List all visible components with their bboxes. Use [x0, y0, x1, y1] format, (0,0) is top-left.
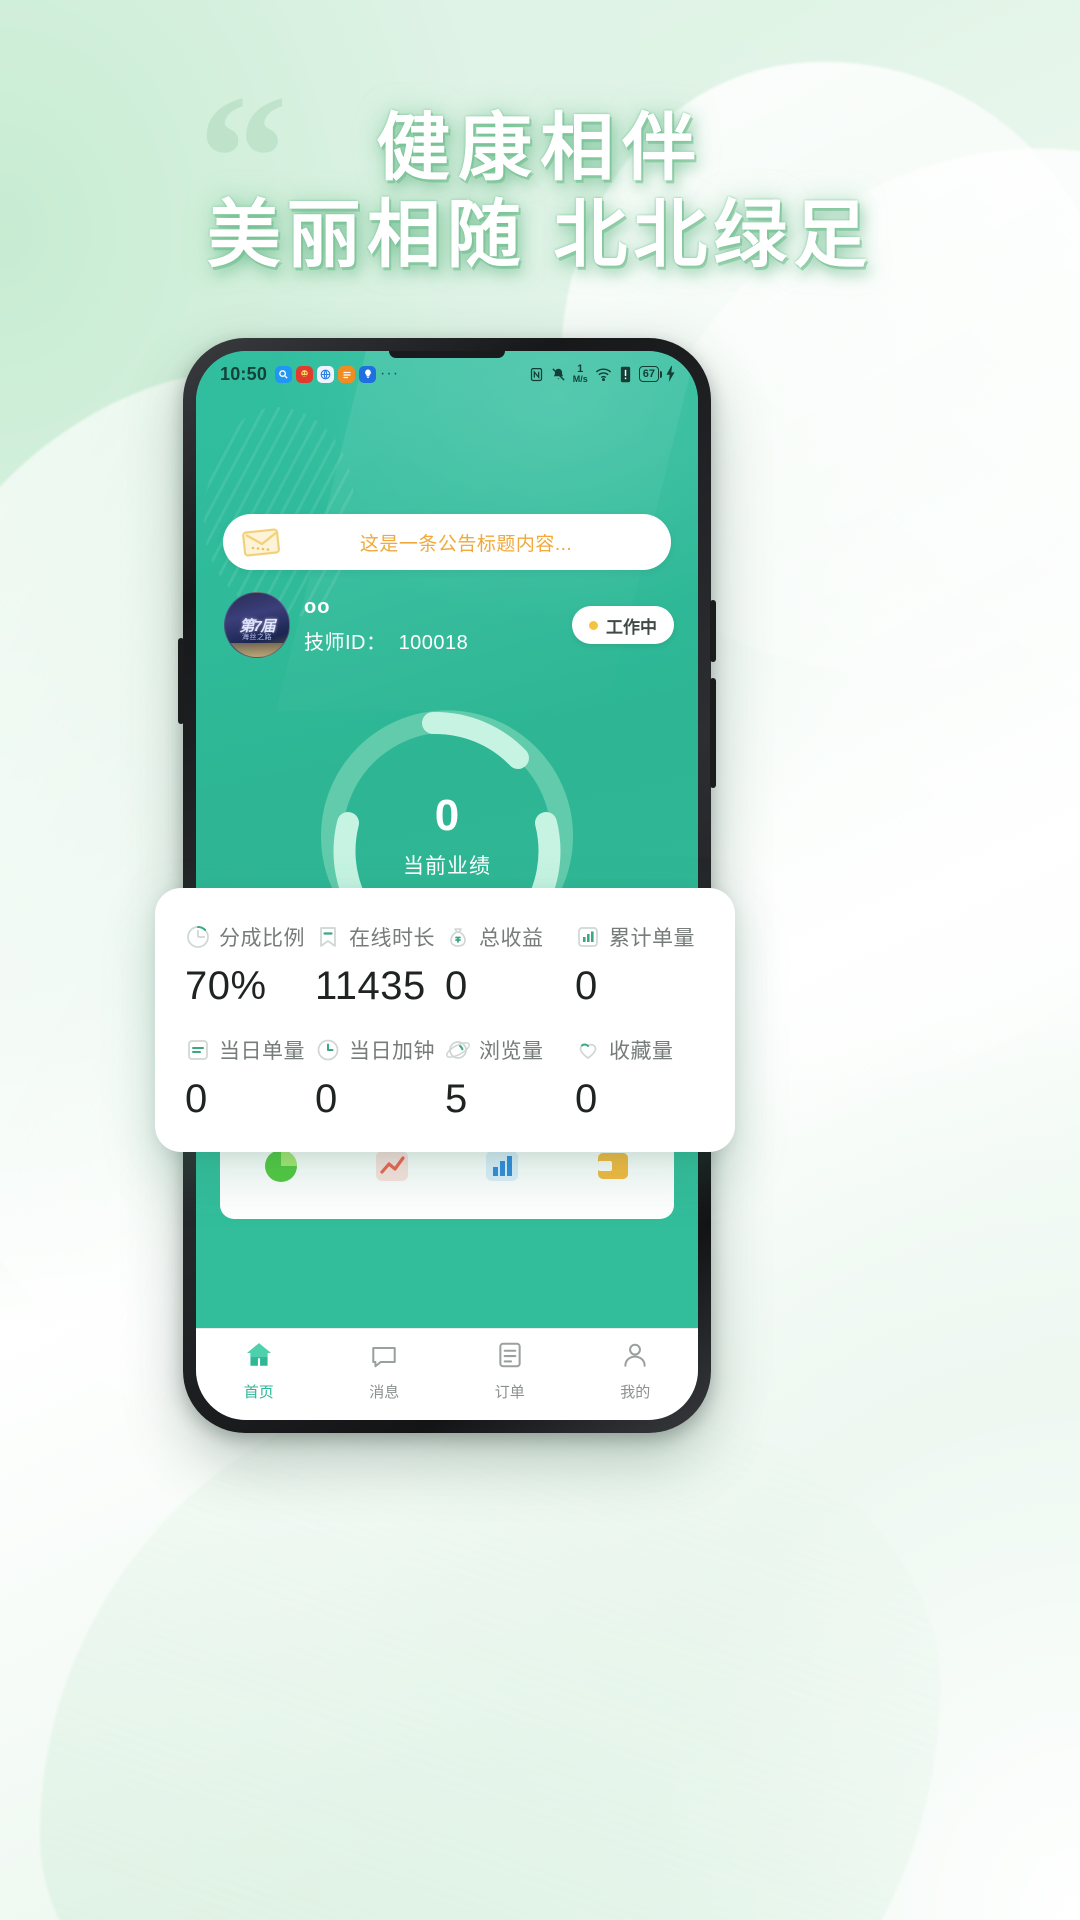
status-app-icons: [275, 365, 377, 383]
stat-label: 收藏量: [609, 1040, 674, 1063]
announcement-text: 这是一条公告标题内容...: [359, 533, 573, 555]
status-badge-label: 工作中: [606, 617, 657, 637]
status-badge[interactable]: 工作中: [572, 606, 674, 644]
stat-value: 11435: [315, 964, 426, 1008]
heart-icon: [575, 1037, 601, 1063]
nav-label-message: 消息: [369, 1384, 400, 1401]
nfc-icon: [529, 366, 544, 383]
stat-cell-today-orders[interactable]: 当日单量 0: [185, 1035, 315, 1122]
clock-icon: [315, 1037, 341, 1063]
stat-label: 累计单量: [609, 927, 695, 950]
gauge-label: 当前业绩: [403, 855, 491, 878]
phone-screen: 10:50 ··· 1 M/s 67 这是一条公告标题内容... 第7届 海丝之…: [196, 351, 698, 1420]
order-icon: [495, 1340, 525, 1375]
status-time: 10:50: [220, 363, 268, 384]
stat-cell-total-income[interactable]: 总收益 0: [445, 922, 575, 1009]
globe-icon: [317, 365, 335, 383]
search-icon: [275, 365, 293, 383]
headline-line-2: 美丽相随 北北绿足: [206, 193, 874, 277]
notes-app-icon: [338, 365, 356, 383]
nav-label-order: 订单: [494, 1384, 525, 1401]
list-icon: [185, 1037, 211, 1063]
battery-nub: [660, 370, 662, 378]
poster-headline: 健康相伴 美丽相随 北北绿足: [0, 104, 1080, 279]
stat-label: 在线时长: [349, 927, 435, 950]
stat-header: 总收益: [445, 922, 575, 952]
nav-label-home: 首页: [243, 1384, 274, 1401]
nav-item-message[interactable]: 消息: [322, 1340, 448, 1402]
bookmark-icon: [315, 924, 341, 950]
phone-side-button: [710, 678, 716, 788]
stat-value: 0: [315, 1077, 338, 1121]
home-icon: [244, 1340, 274, 1375]
stat-cell-favorites[interactable]: 收藏量 0: [575, 1035, 705, 1122]
profile-text: oo 技师ID： 100018: [304, 596, 468, 655]
stat-header: 收藏量: [575, 1035, 705, 1065]
headline-line-1: 健康相伴: [376, 106, 704, 189]
message-icon: [369, 1340, 399, 1375]
stats-grid: 分成比例 70% 在线时长 11435 总收益 0 累计单量 0 当日单量 0 …: [185, 922, 705, 1122]
bottom-navigation: 首页 消息 订单 我的: [196, 1328, 698, 1420]
nav-label-profile: 我的: [620, 1384, 651, 1401]
stat-value: 0: [185, 1077, 208, 1121]
battery-level: 67: [638, 366, 659, 382]
technician-name: oo: [304, 595, 331, 618]
nav-item-home[interactable]: 首页: [196, 1340, 322, 1402]
bell-muted-icon: [551, 366, 566, 383]
stat-value: 0: [575, 964, 598, 1008]
technician-id-value: 100018: [398, 631, 469, 654]
stat-header: 分成比例: [185, 922, 315, 952]
avatar-text-sub: 海丝之路: [242, 634, 272, 641]
stat-cell-online-duration[interactable]: 在线时长 11435: [315, 922, 445, 1009]
battery-indicator: 67: [638, 366, 676, 382]
stat-cell-views[interactable]: 浏览量 5: [445, 1035, 575, 1122]
stat-cell-share-ratio[interactable]: 分成比例 70%: [185, 922, 315, 1009]
stat-label: 浏览量: [479, 1040, 544, 1063]
stat-value: 5: [445, 1077, 468, 1121]
phone-mockup: 10:50 ··· 1 M/s 67 这是一条公告标题内容... 第7届 海丝之…: [178, 338, 716, 1433]
festival-app-icon: [296, 365, 314, 383]
envelope-icon: [235, 518, 287, 567]
technician-profile: 第7届 海丝之路 oo 技师ID： 100018 工作中: [224, 589, 674, 661]
poster-root: “ 健康相伴 美丽相随 北北绿足 10:50 ··· 1 M/s 67 这是一条…: [0, 0, 1080, 1920]
stat-header: 累计单量: [575, 922, 705, 952]
money-bag-icon: [445, 924, 471, 950]
stat-header: 当日单量: [185, 1035, 315, 1065]
technician-id: 技师ID： 100018: [304, 626, 468, 655]
bulb-icon: [359, 365, 377, 383]
stat-value: 70%: [185, 964, 267, 1008]
stat-label: 总收益: [479, 927, 544, 950]
pie-chart-icon: [185, 924, 211, 950]
nav-item-profile[interactable]: 我的: [573, 1340, 699, 1402]
gauge-value: 0: [434, 791, 460, 840]
stat-label: 当日加钟: [349, 1040, 435, 1063]
announcement-banner[interactable]: 这是一条公告标题内容...: [223, 514, 671, 570]
technician-id-label: 技师ID：: [304, 631, 387, 654]
stat-header: 浏览量: [445, 1035, 575, 1065]
profile-icon: [620, 1340, 650, 1375]
stat-value: 0: [445, 964, 468, 1008]
stat-cell-total-orders[interactable]: 累计单量 0: [575, 922, 705, 1009]
stat-label: 当日单量: [219, 1040, 305, 1063]
status-overflow-icon: ···: [380, 365, 400, 382]
network-speed-unit: M/s: [572, 374, 588, 384]
avatar-band: [225, 643, 289, 657]
stat-label: 分成比例: [219, 927, 305, 950]
status-dot-icon: [589, 620, 598, 630]
network-speed: 1 M/s: [573, 364, 588, 384]
planet-icon: [445, 1037, 471, 1063]
bar-chart-icon: [575, 924, 601, 950]
nav-item-order[interactable]: 订单: [447, 1340, 573, 1402]
stat-header: 在线时长: [315, 922, 445, 952]
wifi-icon: [595, 367, 612, 381]
stat-cell-today-extra-time[interactable]: 当日加钟 0: [315, 1035, 445, 1122]
status-right-group: 1 M/s 67: [529, 364, 676, 384]
phone-notch: [389, 351, 505, 358]
avatar[interactable]: 第7届 海丝之路: [224, 592, 290, 658]
stat-value: 0: [575, 1077, 598, 1121]
stats-card: 分成比例 70% 在线时长 11435 总收益 0 累计单量 0 当日单量 0 …: [155, 888, 735, 1152]
signal-alert-icon: [619, 366, 632, 383]
charging-bolt-icon: [665, 366, 676, 382]
stat-header: 当日加钟: [315, 1035, 445, 1065]
